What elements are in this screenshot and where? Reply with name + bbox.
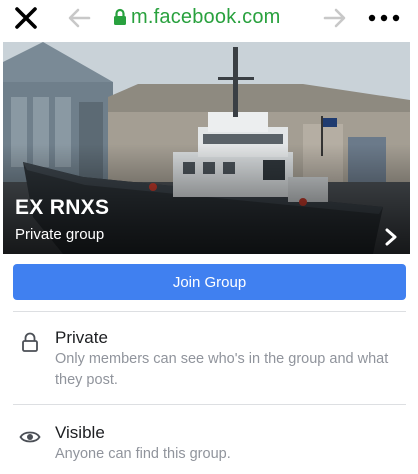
lock-icon xyxy=(114,8,126,25)
group-cover-photo[interactable]: EX RNXS Private group xyxy=(3,42,410,254)
url-bar[interactable]: m.facebook.com xyxy=(113,3,281,31)
url-domain: m.facebook.com xyxy=(131,5,281,28)
group-name: EX RNXS xyxy=(15,196,110,219)
eye-icon xyxy=(19,431,41,443)
join-group-button[interactable]: Join Group xyxy=(13,264,406,300)
visibility-info-row: Visible Anyone can find this group. xyxy=(0,404,418,474)
visibility-title: Visible xyxy=(55,423,105,442)
chevron-right-icon[interactable] xyxy=(384,228,398,246)
privacy-info-row: Private Only members can see who's in th… xyxy=(0,311,418,404)
visibility-description: Anyone can find this group. xyxy=(55,446,231,462)
lock-icon xyxy=(22,332,38,352)
privacy-description: Only members can see who's in the group … xyxy=(55,351,389,388)
back-arrow-icon[interactable] xyxy=(66,7,92,29)
forward-arrow-icon[interactable] xyxy=(322,7,348,29)
privacy-title: Private xyxy=(55,328,108,347)
browser-toolbar: m.facebook.com xyxy=(0,0,418,36)
close-icon[interactable] xyxy=(13,6,39,30)
more-dots-icon[interactable] xyxy=(364,7,404,29)
group-privacy-label: Private group xyxy=(15,226,105,243)
